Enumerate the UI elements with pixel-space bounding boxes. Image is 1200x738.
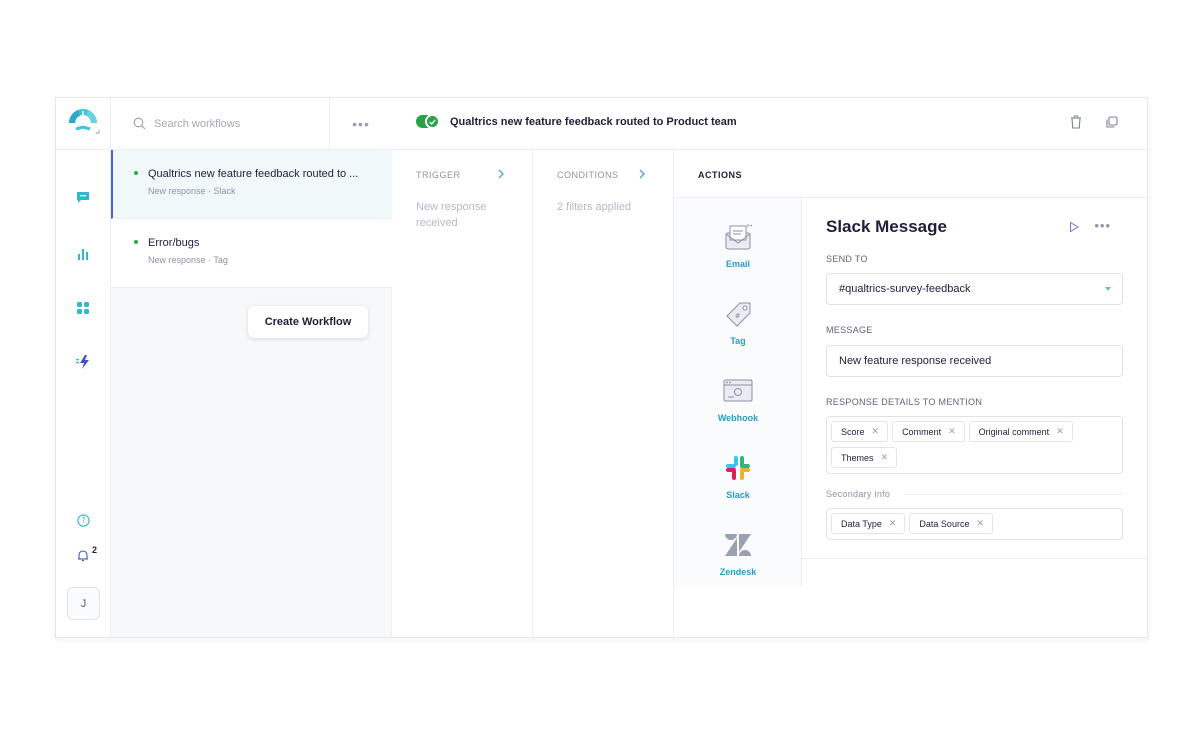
send-to-label: SEND TO [826, 254, 868, 264]
action-type-list: Email # Tag Webhook Slack Zendesk [674, 198, 802, 587]
action-slack[interactable]: Slack [674, 451, 801, 500]
conditions-value: 2 filters applied [557, 201, 631, 213]
remove-tag-icon[interactable]: ✕ [1056, 426, 1064, 437]
workflow-item-meta: New response · Slack [148, 186, 236, 196]
action-label: Webhook [717, 413, 759, 423]
zendesk-icon [721, 528, 755, 562]
svg-text:?: ? [81, 516, 85, 525]
action-label: Tag [730, 336, 746, 346]
analytics-icon[interactable] [73, 244, 93, 264]
active-status-dot [134, 240, 138, 244]
slack-message-panel: Slack Message ••• SEND TO #qualtrics-sur… [802, 198, 1147, 559]
send-to-select[interactable]: #qualtrics-survey-feedback [826, 273, 1123, 305]
action-email[interactable]: Email [674, 220, 801, 269]
svg-text:#: # [735, 312, 741, 320]
workflow-item-title: Qualtrics new feature feedback routed to… [148, 168, 359, 180]
send-to-value: #qualtrics-survey-feedback [839, 283, 971, 295]
message-value: New feature response received [839, 355, 992, 367]
workflow-editor: Qualtrics new feature feedback routed to… [392, 98, 1147, 637]
workflow-item-meta: New response · Tag [148, 255, 228, 265]
detail-tag: Score ✕ [831, 421, 889, 442]
message-input[interactable]: New feature response received [826, 345, 1123, 377]
detail-tag: Themes ✕ [831, 447, 898, 468]
response-details-label: RESPONSE DETAILS TO MENTION [826, 397, 983, 407]
actions-area: Email # Tag Webhook Slack Zendesk Slack … [674, 98, 1147, 637]
create-workflow-button[interactable]: Create Workflow [248, 306, 368, 338]
notification-count-badge: 2 [92, 545, 98, 555]
notifications-bell-icon[interactable] [73, 545, 93, 565]
remove-tag-icon[interactable]: ✕ [976, 518, 984, 529]
secondary-tag: Data Type ✕ [831, 513, 906, 534]
detail-tag: Original comment ✕ [968, 421, 1073, 442]
action-tag[interactable]: # Tag [674, 297, 801, 346]
dashboard-icon[interactable] [73, 298, 93, 318]
secondary-tag: Data Source ✕ [909, 513, 993, 534]
chat-icon[interactable] [73, 187, 93, 207]
workflow-icon[interactable] [73, 352, 93, 372]
response-details-tag-input[interactable]: Score ✕ Comment ✕ Original comment ✕ Themes… [826, 416, 1123, 474]
list-more-options-icon[interactable]: ••• [330, 98, 392, 150]
search-workflows-input[interactable] [154, 117, 314, 130]
trigger-heading: TRIGGER [416, 170, 461, 180]
search-icon [133, 117, 146, 130]
message-label: MESSAGE [826, 325, 873, 335]
search-bar [111, 98, 330, 150]
remove-tag-icon[interactable]: ✕ [872, 426, 880, 437]
logo[interactable] [56, 98, 111, 150]
secondary-info-divider [904, 494, 1123, 495]
workflow-item-qualtrics[interactable]: Qualtrics new feature feedback routed to… [111, 150, 392, 219]
left-rail: ? 2 J [56, 98, 111, 637]
workflow-enabled-toggle[interactable] [416, 114, 440, 129]
webhook-icon [721, 374, 755, 408]
user-avatar[interactable]: J [67, 587, 100, 620]
action-label: Slack [726, 490, 750, 500]
action-label: Zendesk [719, 567, 757, 577]
active-status-dot [134, 171, 138, 175]
trigger-column[interactable]: TRIGGER New response received [392, 150, 533, 637]
email-icon [721, 220, 755, 254]
remove-tag-icon[interactable]: ✕ [948, 426, 956, 437]
tag-icon: # [721, 297, 755, 331]
trigger-value: New response received [416, 201, 487, 229]
chevron-down-icon [1105, 287, 1111, 291]
conditions-column[interactable]: CONDITIONS 2 filters applied [533, 150, 674, 637]
remove-tag-icon[interactable]: ✕ [881, 452, 889, 463]
action-webhook[interactable]: Webhook [674, 374, 801, 423]
action-zendesk[interactable]: Zendesk [674, 528, 801, 577]
panel-more-options-icon[interactable]: ••• [1094, 218, 1111, 233]
secondary-info-tag-input[interactable]: Data Type ✕ Data Source ✕ [826, 508, 1123, 540]
detail-tag: Comment ✕ [892, 421, 965, 442]
workflow-item-title: Error/bugs [148, 237, 200, 249]
remove-tag-icon[interactable]: ✕ [889, 518, 897, 529]
workflow-item-error-bugs[interactable]: Error/bugs New response · Tag [111, 219, 392, 288]
chevron-right-icon [498, 168, 504, 182]
secondary-info-label: Secondary info [826, 489, 891, 499]
action-label: Email [725, 259, 750, 269]
help-icon[interactable]: ? [73, 510, 93, 530]
slack-icon [721, 451, 755, 485]
actions-header-divider [674, 150, 1147, 198]
conditions-heading: CONDITIONS [557, 170, 619, 180]
play-icon[interactable] [1068, 220, 1080, 233]
check-icon [425, 114, 440, 129]
workflow-list-panel: ••• Qualtrics new feature feedback route… [111, 98, 392, 637]
panel-title: Slack Message [826, 217, 947, 236]
chevron-right-icon [639, 168, 645, 182]
app-window: ? 2 J ••• Qualtrics new feature feedback… [55, 97, 1148, 638]
